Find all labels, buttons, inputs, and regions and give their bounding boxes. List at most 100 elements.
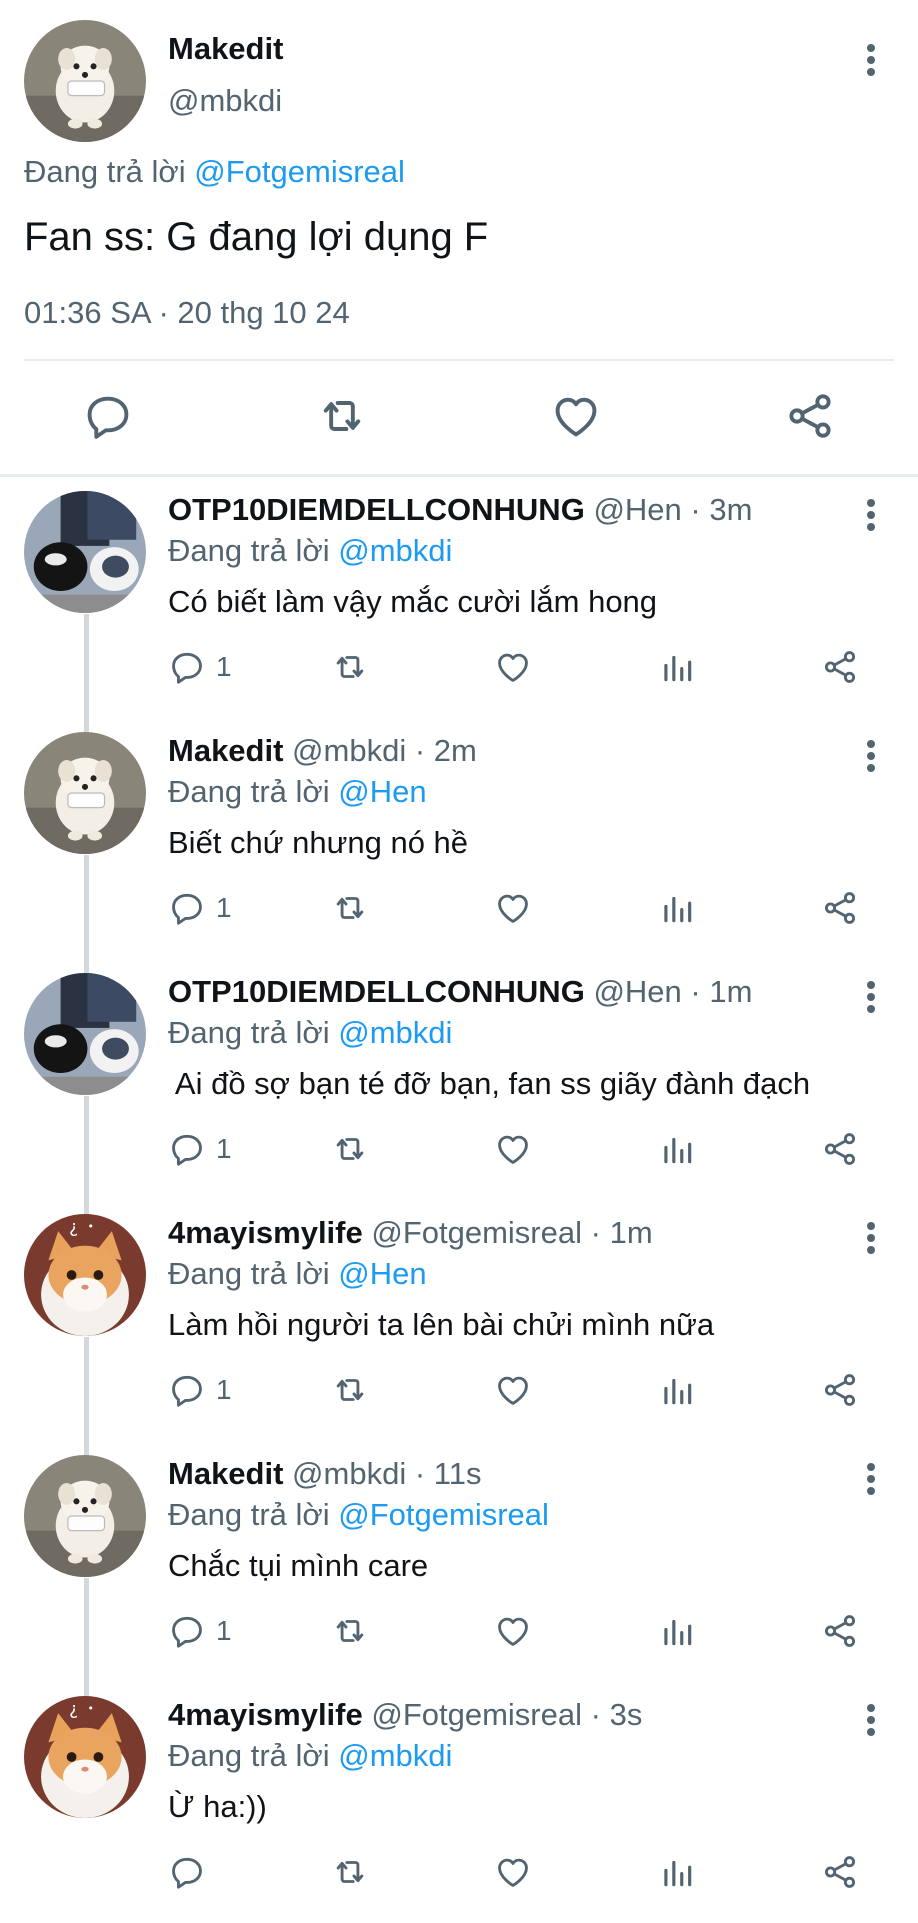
- cat-avatar-icon[interactable]: ¿ •: [24, 1696, 146, 1818]
- reply-mention-link[interactable]: @Hen: [338, 774, 426, 809]
- more-options-icon[interactable]: [856, 40, 886, 80]
- more-options-icon[interactable]: [856, 736, 886, 776]
- author-handle[interactable]: @mbkdi: [292, 733, 406, 768]
- reply-prefix: Đang trả lời: [24, 154, 186, 189]
- like-icon[interactable]: [494, 888, 532, 928]
- views-icon[interactable]: [658, 647, 696, 687]
- reply-mention-link[interactable]: @mbkdi: [338, 533, 452, 568]
- reply-mention-link[interactable]: @Hen: [338, 1256, 426, 1291]
- retweet-icon[interactable]: [331, 888, 369, 928]
- author-name[interactable]: 4mayismylife: [168, 1215, 363, 1250]
- retweet-icon[interactable]: [331, 647, 369, 687]
- like-icon[interactable]: [494, 647, 532, 687]
- share-icon[interactable]: [821, 647, 859, 687]
- reply-prefix: Đang trả lời: [168, 1015, 330, 1050]
- author-name[interactable]: OTP10DIEMDELLCONHUNG: [168, 492, 585, 527]
- reply-button[interactable]: 1: [168, 1611, 232, 1651]
- reply-count: 1: [216, 892, 232, 923]
- retweet-icon[interactable]: [331, 1852, 369, 1892]
- reply-mention-link[interactable]: @mbkdi: [338, 1738, 452, 1773]
- replying-to: Đang trả lời @Hen: [168, 773, 427, 811]
- dog-avatar-icon[interactable]: [24, 732, 146, 854]
- reply-button[interactable]: 1: [168, 1370, 232, 1410]
- reply-actions: 1: [0, 888, 918, 928]
- reply-mention-link[interactable]: @Fotgemisreal: [338, 1497, 549, 1532]
- reply-time: · 3s: [590, 1697, 643, 1732]
- replying-to: Đang trả lời @Fotgemisreal: [168, 1496, 549, 1534]
- dog-avatar-icon[interactable]: [24, 1455, 146, 1577]
- more-options-icon[interactable]: [856, 495, 886, 535]
- shoes-avatar-icon[interactable]: [24, 491, 146, 613]
- reply-button[interactable]: 1: [168, 1129, 232, 1169]
- author-name[interactable]: Makedit: [168, 30, 283, 68]
- reply-header: OTP10DIEMDELLCONHUNG @Hen · 1m: [168, 973, 752, 1011]
- share-icon[interactable]: [821, 1129, 859, 1169]
- reply-time: · 1m: [590, 1215, 653, 1250]
- reply-actions: 1: [0, 1129, 918, 1169]
- reply-tweet[interactable]: OTP10DIEMDELLCONHUNG @Hen · 1m Đang trả …: [0, 959, 918, 1200]
- author-name[interactable]: OTP10DIEMDELLCONHUNG: [168, 974, 585, 1009]
- svg-text:¿: ¿: [69, 1217, 78, 1237]
- share-icon[interactable]: [821, 1370, 859, 1410]
- views-icon[interactable]: [658, 1129, 696, 1169]
- author-handle[interactable]: @Hen: [593, 974, 681, 1009]
- reply-button[interactable]: 1: [168, 888, 232, 928]
- like-icon[interactable]: [494, 1370, 532, 1410]
- replying-to: Đang trả lời @mbkdi: [168, 1737, 452, 1775]
- shoes-avatar-icon[interactable]: [24, 973, 146, 1095]
- author-handle[interactable]: @mbkdi: [292, 1456, 406, 1491]
- reply-text: Chắc tụi mình care: [168, 1548, 429, 1583]
- like-icon[interactable]: [550, 390, 602, 442]
- author-name[interactable]: 4mayismylife: [168, 1697, 363, 1732]
- divider: [24, 359, 894, 361]
- views-icon[interactable]: [658, 888, 696, 928]
- share-icon[interactable]: [821, 1611, 859, 1651]
- share-icon[interactable]: [821, 1852, 859, 1892]
- reply-button[interactable]: [168, 1852, 216, 1892]
- like-icon[interactable]: [494, 1852, 532, 1892]
- more-options-icon[interactable]: [856, 1700, 886, 1740]
- author-handle[interactable]: @Fotgemisreal: [371, 1215, 582, 1250]
- tweet-timestamp[interactable]: 01:36 SA · 20 thg 10 24: [24, 294, 350, 332]
- svg-text:¿: ¿: [69, 1699, 78, 1719]
- share-icon[interactable]: [821, 888, 859, 928]
- more-options-icon[interactable]: [856, 977, 886, 1017]
- reply-tweet[interactable]: Makedit @mbkdi · 11s Đang trả lời @Fotge…: [0, 1441, 918, 1682]
- more-options-icon[interactable]: [856, 1218, 886, 1258]
- author-handle[interactable]: @mbkdi: [168, 82, 282, 120]
- reply-button[interactable]: 1: [168, 647, 232, 687]
- reply-header: 4mayismylife @Fotgemisreal · 1m: [168, 1214, 653, 1252]
- views-icon[interactable]: [658, 1370, 696, 1410]
- cat-avatar-icon[interactable]: ¿ •: [24, 1214, 146, 1336]
- reply-icon: [172, 1375, 202, 1407]
- share-icon[interactable]: [784, 390, 836, 442]
- more-options-icon[interactable]: [856, 1459, 886, 1499]
- replying-to: Đang trả lời @mbkdi: [168, 1014, 452, 1052]
- reply-tweet[interactable]: ¿ • 4mayismylife @Fotgemisreal · 3s Đang …: [0, 1682, 918, 1923]
- views-icon[interactable]: [658, 1852, 696, 1892]
- dog-avatar-icon[interactable]: [24, 20, 146, 142]
- reply-mention-link[interactable]: @Fotgemisreal: [194, 154, 405, 189]
- reply-tweet[interactable]: Makedit @mbkdi · 2m Đang trả lời @Hen Bi…: [0, 718, 918, 959]
- retweet-icon[interactable]: [331, 1611, 369, 1651]
- retweet-icon[interactable]: [316, 390, 368, 442]
- reply-count: 1: [216, 1615, 232, 1646]
- svg-text:•: •: [87, 1220, 93, 1233]
- author-handle[interactable]: @Hen: [593, 492, 681, 527]
- reply-tweet[interactable]: ¿ • 4mayismylife @Fotgemisreal · 1m Đang …: [0, 1200, 918, 1441]
- author-name[interactable]: Makedit: [168, 1456, 283, 1491]
- reply-text: Biết chứ nhưng nó hề: [168, 825, 469, 860]
- like-icon[interactable]: [494, 1611, 532, 1651]
- reply-time: · 11s: [414, 1456, 482, 1491]
- replying-to: Đang trả lời @Fotgemisreal: [24, 153, 405, 191]
- reply-mention-link[interactable]: @mbkdi: [338, 1015, 452, 1050]
- views-icon[interactable]: [658, 1611, 696, 1651]
- author-name[interactable]: Makedit: [168, 733, 283, 768]
- reply-tweet[interactable]: OTP10DIEMDELLCONHUNG @Hen · 3m Đang trả …: [0, 477, 918, 718]
- retweet-icon[interactable]: [331, 1129, 369, 1169]
- reply-header: 4mayismylife @Fotgemisreal · 3s: [168, 1696, 642, 1734]
- author-handle[interactable]: @Fotgemisreal: [371, 1697, 582, 1732]
- reply-icon[interactable]: [82, 390, 134, 442]
- retweet-icon[interactable]: [331, 1370, 369, 1410]
- like-icon[interactable]: [494, 1129, 532, 1169]
